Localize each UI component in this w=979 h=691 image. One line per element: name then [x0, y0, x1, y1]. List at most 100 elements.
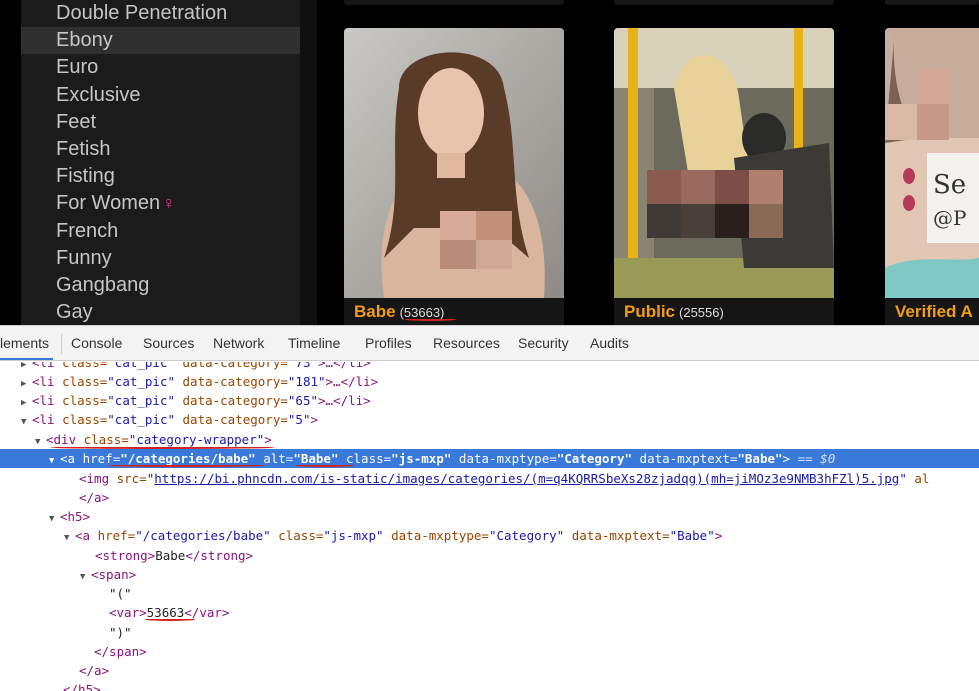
tag-name: </a> [79, 663, 110, 678]
sidebar-item-gay[interactable]: Gay [21, 299, 300, 325]
attr-value: "73" [287, 362, 318, 370]
attr-name: data-mxptype= [383, 528, 489, 543]
category-name: Public [624, 302, 676, 321]
sidebar-item-feet[interactable]: Feet [21, 109, 300, 136]
dom-node-row[interactable]: ▶ <li class="cat_pic" data-category="73">… [0, 362, 979, 372]
category-card-babe[interactable]: Babe (53663) [344, 28, 564, 325]
web-page: Double Penetration Ebony Euro Exclusive … [0, 0, 979, 325]
dom-node-row[interactable]: </a> [0, 488, 979, 507]
tag-name: <li [32, 374, 55, 389]
attr-value: "Category" [556, 451, 633, 466]
attr-name: class= [54, 374, 108, 389]
tag-name: <img [79, 471, 110, 486]
tab-timeline[interactable]: Timeline [288, 326, 340, 360]
card-above [885, 0, 979, 5]
category-name: Verified A [895, 302, 973, 321]
annotation-underline [145, 618, 195, 621]
tab-profiles[interactable]: Profiles [365, 326, 412, 360]
dom-node-row[interactable]: ")" [0, 623, 979, 642]
annotation-underline [405, 318, 456, 321]
annotation-underline [295, 464, 354, 467]
tab-network[interactable]: Network [213, 326, 264, 360]
tab-resources[interactable]: Resources [433, 326, 500, 360]
sidebar-item-fisting[interactable]: Fisting [21, 163, 300, 190]
grid-divider [300, 0, 317, 325]
svg-text:@P: @P [933, 206, 966, 230]
attr-value: "js-mxp" [391, 451, 452, 466]
tag-end: > [714, 528, 723, 543]
tag-end: >…</li> [318, 393, 371, 408]
category-thumbnail[interactable] [344, 28, 564, 298]
tag-name: <a [60, 451, 76, 466]
attr-name: href= [75, 451, 121, 466]
sidebar-item-french[interactable]: French [21, 218, 300, 245]
attr-name: class= [54, 362, 108, 370]
tag-name: <var> [109, 605, 147, 620]
tab-divider [61, 334, 62, 354]
dom-node-row[interactable]: </span> [0, 642, 979, 661]
attr-value: "65" [287, 393, 318, 408]
tab-elements[interactable]: lements [0, 326, 53, 360]
tag-name: <h5> [60, 509, 91, 524]
tag-name: </a> [79, 490, 110, 505]
tab-console[interactable]: Console [71, 326, 122, 360]
tag-name: <a [75, 528, 91, 543]
sidebar-item-for-women[interactable]: For Women ♀ [21, 190, 300, 217]
sidebar-item-gangbang[interactable]: Gangbang [21, 272, 300, 299]
tab-sources[interactable]: Sources [143, 326, 194, 360]
card-above [614, 0, 834, 5]
tag-end: > [310, 412, 318, 427]
dom-node-row[interactable]: ▼ <h5> [0, 507, 979, 526]
image-source-link[interactable]: https://bi.phncdn.com/is-static/images/c… [154, 471, 899, 486]
dom-node-row[interactable]: ▼ <span> [0, 565, 979, 584]
attr-value: "Babe" [737, 451, 783, 466]
dom-node-row[interactable]: ▶ <li class="cat_pic" data-category="65">… [0, 391, 979, 410]
category-thumbnail[interactable] [614, 28, 834, 298]
text-node: ")" [109, 625, 132, 640]
dom-node-row[interactable]: <strong>Babe</strong> [0, 546, 979, 565]
text-node: Babe [155, 548, 186, 563]
selected-marker: == $0 [790, 451, 836, 466]
dom-node-row[interactable]: </a> [0, 661, 979, 680]
category-card-public[interactable]: Public (25556) [614, 28, 834, 325]
devtools-tabbar: lements Console Sources Network Timeline… [0, 326, 979, 361]
attr-name: data-category= [175, 393, 288, 408]
attr-value: "cat_pic" [107, 393, 175, 408]
tag-name: </span> [94, 644, 147, 659]
attr-value: "cat_pic" [107, 362, 175, 370]
category-title[interactable]: Verified A [895, 302, 973, 322]
tag-name: <li [32, 362, 55, 370]
tab-audits[interactable]: Audits [590, 326, 629, 360]
dom-node-row[interactable]: ▼ <li class="cat_pic" data-category="5"> [0, 410, 979, 429]
video-count: (25556) [679, 305, 724, 320]
attr-value: " [899, 471, 907, 486]
tag-name: <span> [91, 567, 137, 582]
sidebar-item-euro[interactable]: Euro [21, 54, 300, 81]
attr-name: data-category= [175, 412, 288, 427]
category-title[interactable]: Public (25556) [624, 302, 724, 322]
sidebar-item-funny[interactable]: Funny [21, 245, 300, 272]
attr-value: "js-mxp" [323, 528, 384, 543]
tag-end: > [264, 432, 272, 447]
attr-value: "cat_pic" [107, 374, 175, 389]
tab-security[interactable]: Security [518, 326, 569, 360]
sidebar-item-double-penetration[interactable]: Double Penetration [21, 0, 300, 27]
dom-node-row[interactable]: "(" [0, 584, 979, 603]
dom-node-row[interactable]: <img src= "https://bi.phncdn.com/is-stati… [0, 469, 979, 488]
category-card-verified[interactable]: Se @P Verified A [885, 28, 979, 325]
attr-value: "181" [287, 374, 326, 389]
tag-end: >…</li> [325, 374, 379, 389]
tag-name: <div [46, 432, 77, 447]
tag-end: > [782, 451, 791, 466]
annotation-underline [108, 464, 265, 467]
dom-node-row[interactable]: </h5> [0, 680, 979, 691]
sidebar-item-fetish[interactable]: Fetish [21, 136, 300, 163]
sidebar-item-ebony[interactable]: Ebony [21, 27, 300, 55]
dom-tree[interactable]: ▶ <li class="cat_pic" data-category="73">… [0, 362, 979, 691]
sidebar-item-exclusive[interactable]: Exclusive [21, 82, 300, 109]
category-thumbnail[interactable]: Se @P [885, 28, 979, 298]
attr-name: data-mxptext= [564, 528, 670, 543]
dom-node-row[interactable]: ▶ <li class="cat_pic" data-category="181"… [0, 372, 979, 391]
dom-node-row[interactable]: ▼ <a href="/categories/babe" class="js-mx… [0, 526, 979, 545]
attr-name: class= [270, 528, 324, 543]
